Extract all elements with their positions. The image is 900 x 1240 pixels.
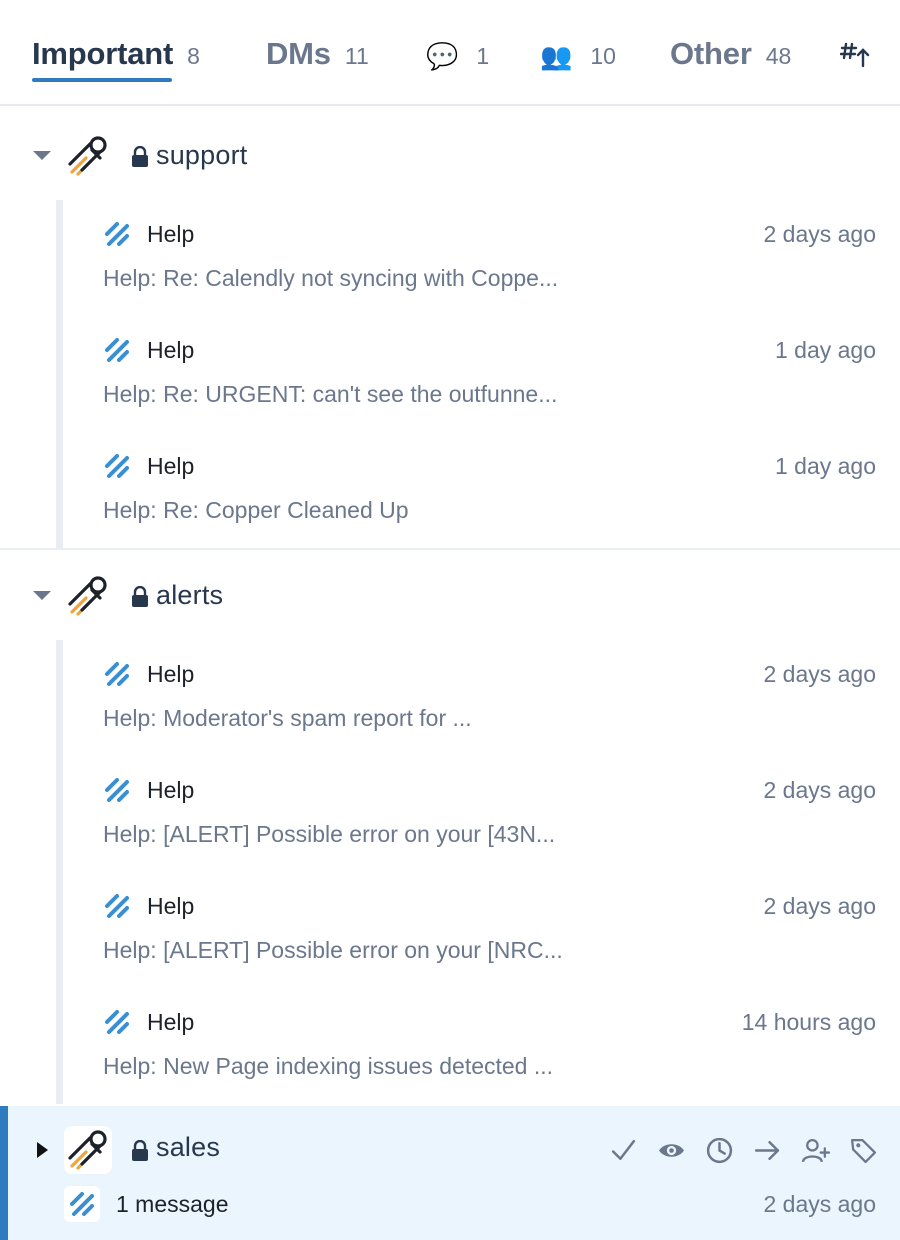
sender-name: Help <box>147 453 195 479</box>
timestamp: 2 days ago <box>763 1191 876 1217</box>
tab-count: 11 <box>344 43 369 69</box>
thread-list-support: Help 2 days ago Help: Re: Calendly not s… <box>56 200 900 548</box>
message-preview: Help: Re: Calendly not syncing with Copp… <box>103 265 559 291</box>
caret-right-icon[interactable] <box>34 1140 50 1160</box>
group-header-alerts[interactable]: alerts <box>0 564 900 628</box>
thread-list-alerts: Help 2 days ago Help: Moderator's spam r… <box>56 640 900 1104</box>
selection-accent <box>0 1106 8 1240</box>
org-logo-container <box>64 1126 112 1174</box>
list-item[interactable]: Help 2 days ago Help: [ALERT] Possible e… <box>63 872 900 988</box>
arrow-right-icon[interactable] <box>753 1136 782 1165</box>
help-app-icon <box>70 1192 94 1216</box>
group-header-support[interactable]: support <box>0 124 900 188</box>
group-header-sales[interactable]: sales 1 message 2 days ago <box>0 1106 900 1240</box>
tab-count: 48 <box>765 43 792 69</box>
tab-dms[interactable]: DMs 11 <box>266 36 369 82</box>
lock-icon <box>132 146 148 167</box>
list-item[interactable]: Help 1 day ago Help: Re: URGENT: can't s… <box>63 316 900 432</box>
sender-name: Help <box>147 893 195 919</box>
speech-bubble-icon: 💬 <box>426 41 459 71</box>
help-app-icon <box>105 454 129 478</box>
timestamp: 14 hours ago <box>741 1009 876 1035</box>
timestamp: 1 day ago <box>774 337 876 363</box>
org-logo-icon <box>68 136 107 176</box>
org-logo-icon <box>68 1130 107 1170</box>
eye-icon[interactable] <box>657 1136 686 1165</box>
message-preview: Help: [ALERT] Possible error on your [43… <box>103 821 556 847</box>
check-icon[interactable] <box>609 1136 638 1165</box>
help-app-icon <box>105 662 129 686</box>
group-name: alerts <box>156 580 224 610</box>
sender-name: Help <box>147 337 195 363</box>
tab-conversations[interactable]: 💬 1 <box>426 38 489 74</box>
tab-people[interactable]: 👥 10 <box>540 38 616 74</box>
tab-important[interactable]: Important 8 <box>32 36 200 82</box>
list-item[interactable]: Help 2 days ago Help: Moderator's spam r… <box>63 640 900 756</box>
list-item[interactable]: Help 2 days ago Help: Re: Calendly not s… <box>63 200 900 316</box>
inbox-tabs: Important 8 DMs 11 💬 1 👥 10 Other 48 <box>0 0 900 106</box>
people-icon: 👥 <box>540 41 573 71</box>
help-app-icon <box>105 1010 129 1034</box>
tab-count: 10 <box>590 42 616 69</box>
help-app-icon <box>105 338 129 362</box>
message-preview: Help: New Page indexing issues detected … <box>103 1053 554 1079</box>
tab-other[interactable]: Other 48 <box>670 36 791 82</box>
message-preview: Help: Moderator's spam report for ... <box>103 705 472 731</box>
org-logo-icon <box>68 576 107 616</box>
help-app-icon <box>105 894 129 918</box>
caret-down-icon[interactable] <box>30 144 54 168</box>
timestamp: 2 days ago <box>763 893 876 919</box>
message-preview: Help: Re: Copper Cleaned Up <box>103 497 409 523</box>
app-icon-container <box>64 1186 100 1222</box>
lock-icon <box>132 1140 148 1161</box>
hashtag-sort-up-icon[interactable] <box>840 40 872 72</box>
list-item[interactable]: Help 2 days ago Help: [ALERT] Possible e… <box>63 756 900 872</box>
help-app-icon <box>105 778 129 802</box>
message-preview: Help: Re: URGENT: can't see the outfunne… <box>103 381 558 407</box>
timestamp: 2 days ago <box>763 221 876 247</box>
tab-label: Important <box>32 36 174 71</box>
add-user-icon[interactable] <box>801 1136 830 1165</box>
timestamp: 2 days ago <box>763 777 876 803</box>
group-name: sales <box>156 1132 221 1162</box>
sender-name: Help <box>147 221 195 247</box>
tag-icon[interactable] <box>849 1136 878 1165</box>
timestamp: 2 days ago <box>763 661 876 687</box>
message-preview: Help: [ALERT] Possible error on your [NR… <box>103 937 563 963</box>
list-item[interactable]: Help 1 day ago Help: Re: Copper Cleaned … <box>63 432 900 548</box>
help-app-icon <box>105 222 129 246</box>
sender-name: Help <box>147 661 195 687</box>
tab-label: DMs <box>266 36 331 71</box>
group-name: support <box>156 140 248 170</box>
group-divider <box>0 548 900 550</box>
tab-count: 8 <box>187 43 200 69</box>
row-actions <box>609 1136 878 1165</box>
lock-icon <box>132 586 148 607</box>
message-count: 1 message <box>116 1191 229 1217</box>
caret-down-icon[interactable] <box>30 584 54 608</box>
sender-name: Help <box>147 777 195 803</box>
sender-name: Help <box>147 1009 195 1035</box>
timestamp: 1 day ago <box>774 453 876 479</box>
clock-icon[interactable] <box>705 1136 734 1165</box>
tab-count: 1 <box>476 42 490 69</box>
list-item[interactable]: Help 14 hours ago Help: New Page indexin… <box>63 988 900 1104</box>
tab-label: Other <box>670 36 752 71</box>
